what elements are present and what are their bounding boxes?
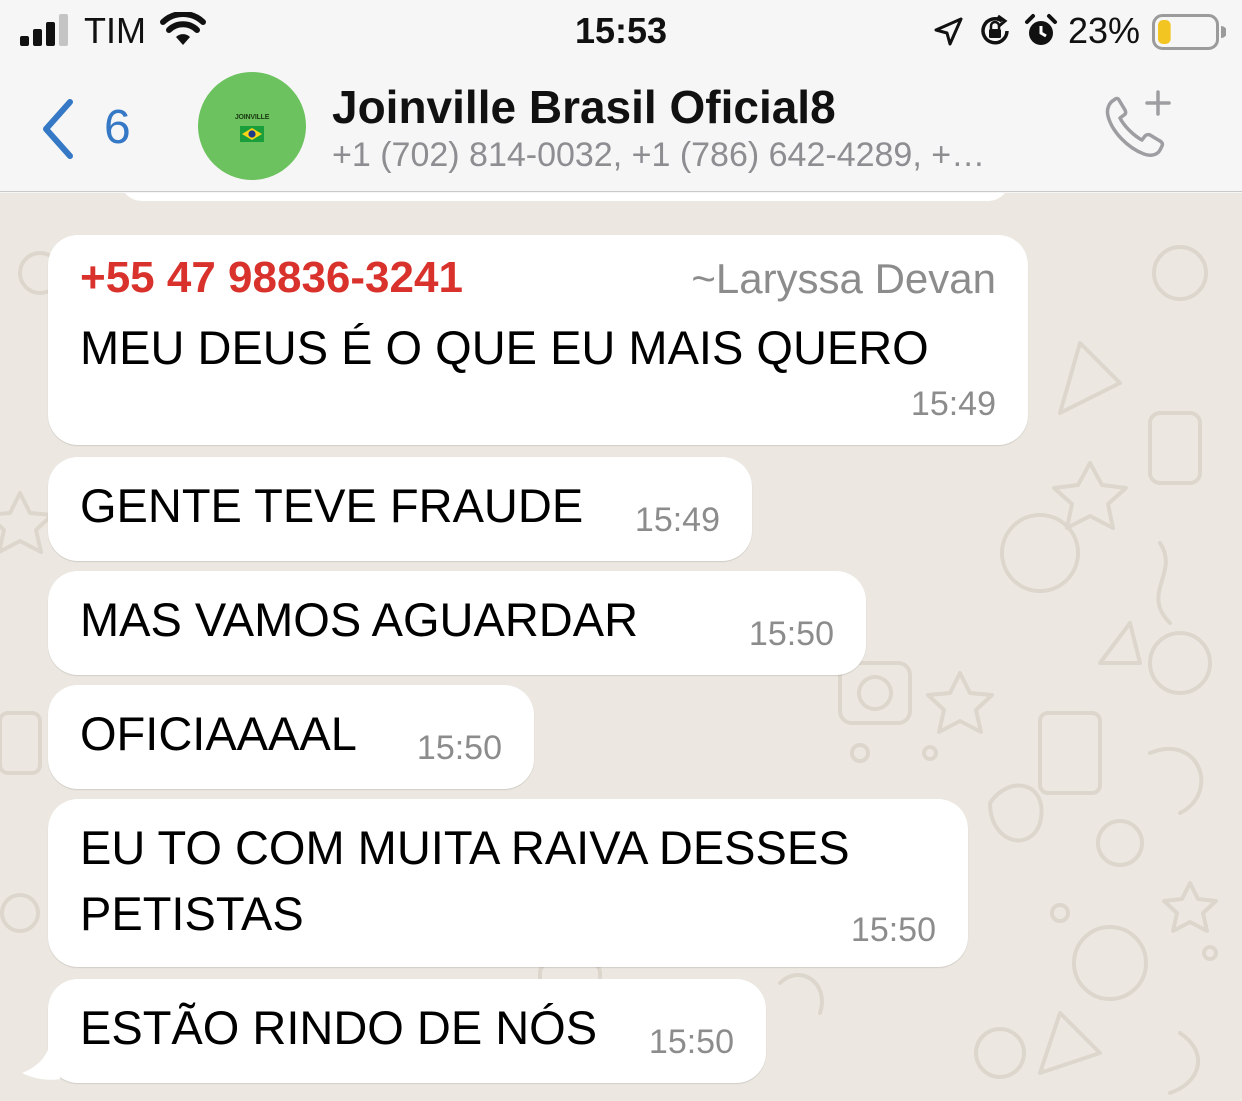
message-time: 15:49 xyxy=(910,385,996,423)
message-text: GENTE TEVE FRAUDE xyxy=(80,479,584,532)
battery-icon xyxy=(1152,14,1226,50)
back-chevron-icon xyxy=(43,99,73,159)
message-bubble[interactable]: GENTE TEVE FRAUDE 15:49 xyxy=(48,457,752,561)
message-text: OFICIAAAAL xyxy=(80,707,357,760)
message-bubble[interactable]: OFICIAAAAL 15:50 xyxy=(48,685,534,789)
brazil-flag-icon xyxy=(240,126,264,142)
unread-count: 6 xyxy=(104,101,131,154)
message-time: 15:50 xyxy=(416,729,502,767)
battery-percent: 23% xyxy=(1068,10,1141,51)
orientation-lock-icon xyxy=(981,14,1009,45)
message-bubble[interactable]: MAS VAMOS AGUARDAR 15:50 xyxy=(48,571,866,675)
location-icon xyxy=(934,17,963,46)
message-bubble[interactable]: +55 47 98836-3241 ~Laryssa Devan MEU DEU… xyxy=(48,235,1028,445)
chat-title[interactable]: Joinville Brasil Oficial8 xyxy=(332,80,836,134)
message-time: 15:49 xyxy=(634,501,720,539)
previous-message-edge xyxy=(120,193,1010,201)
chat-header: 6 JOINVILLE Joinville Brasil Oficial8 +1… xyxy=(0,66,1242,192)
message-time: 15:50 xyxy=(648,1023,734,1061)
sender-phone[interactable]: +55 47 98836-3241 xyxy=(80,253,463,303)
message-time: 15:50 xyxy=(850,911,936,949)
message-text-line: PETISTAS xyxy=(80,887,304,940)
message-time: 15:50 xyxy=(748,615,834,653)
participants-list[interactable]: +1 (702) 814-0032, +1 (786) 642-4289, +… xyxy=(332,136,1072,175)
status-bar: TIM 15:53 23% xyxy=(0,0,1242,66)
message-bubble[interactable]: EU TO COM MUITA RAIVA DESSES PETISTAS 15… xyxy=(48,799,968,967)
alarm-icon xyxy=(1025,14,1057,45)
message-text: MEU DEUS É O QUE EU MAIS QUERO xyxy=(80,321,929,374)
message-text-line: EU TO COM MUITA RAIVA DESSES xyxy=(80,821,850,874)
message-text: MAS VAMOS AGUARDAR xyxy=(80,593,639,646)
message-bubble[interactable]: ESTÃO RINDO DE NÓS 15:50 xyxy=(48,979,766,1083)
add-call-icon[interactable] xyxy=(1100,88,1180,162)
back-button[interactable]: 6 xyxy=(34,94,144,164)
avatar-label: JOINVILLE xyxy=(234,114,270,121)
sender-name: ~Laryssa Devan xyxy=(691,255,996,302)
message-text: ESTÃO RINDO DE NÓS xyxy=(80,1001,598,1054)
message-list[interactable]: +55 47 98836-3241 ~Laryssa Devan MEU DEU… xyxy=(0,193,1242,1101)
group-avatar[interactable]: JOINVILLE xyxy=(198,72,306,180)
bubble-tail xyxy=(22,1043,60,1080)
